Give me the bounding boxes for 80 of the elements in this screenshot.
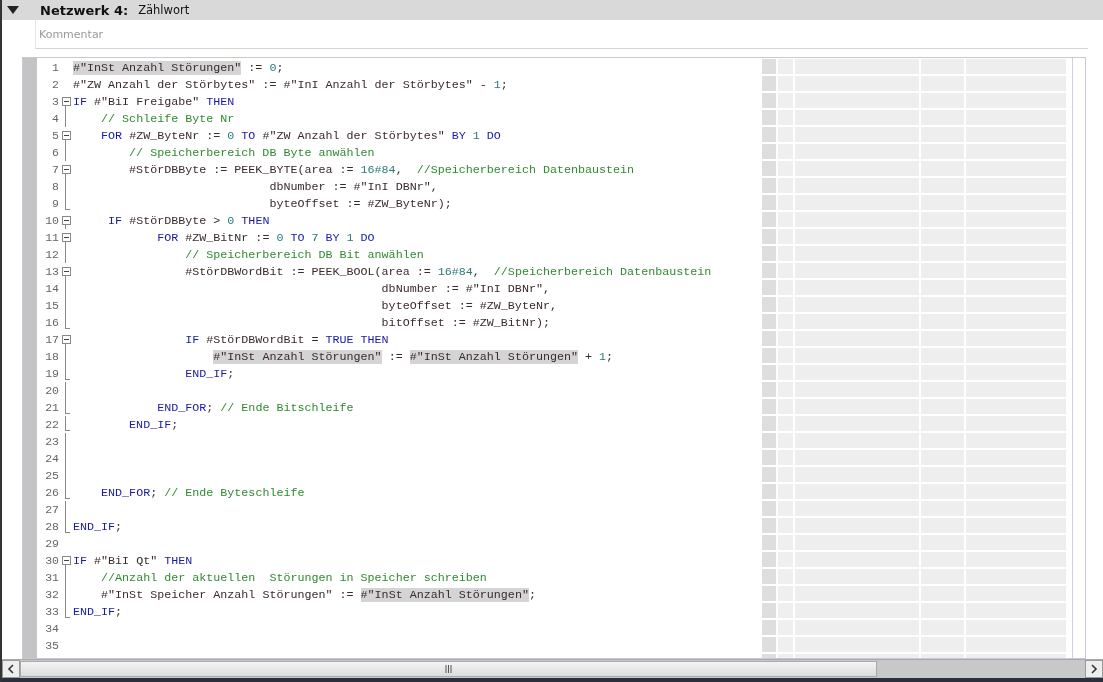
code-line: IF #StörDBByte > 0 THEN [107, 213, 270, 228]
grip-icon [445, 665, 452, 673]
line-number: 20 [44, 384, 59, 397]
code-line: #"InSt Anzahl Störungen" := #"InSt Anzahl Störungen" + 1; [212, 349, 614, 364]
code-line: // Speicherbereich DB Byte anwählen [128, 145, 375, 160]
line-number: 27 [44, 503, 59, 516]
code-line: IF #"BiI Qt" THEN [73, 553, 193, 568]
line-number: 33 [44, 605, 59, 618]
network-title[interactable]: Zählwort [138, 3, 190, 17]
line-number: 23 [44, 435, 59, 448]
code-line: byteOffset := #ZW_ByteNr, [380, 298, 557, 313]
line-number: 18 [44, 350, 59, 363]
scroll-left-button[interactable] [2, 660, 20, 678]
line-number: 4 [51, 112, 59, 125]
collapse-box-icon[interactable] [61, 335, 71, 344]
line-number: 22 [44, 418, 59, 431]
collapse-box-icon[interactable] [61, 97, 71, 106]
code-line: #StörDBByte := PEEK_BYTE(area := 16#84, //Speicherbereich Datenbaustein [128, 162, 635, 177]
line-number: 9 [51, 197, 59, 210]
line-number: 14 [44, 282, 59, 295]
line-number: 12 [44, 248, 59, 261]
line-number: 29 [44, 537, 59, 550]
line-number: 19 [44, 367, 59, 380]
line-number: 2 [51, 78, 59, 91]
line-number: 11 [44, 231, 59, 244]
code-line: END_FOR; // Ende Byteschleife [100, 485, 305, 500]
code-line: //Anzahl der aktuellen Störungen in Speicher schreiben [100, 570, 487, 585]
code-line: END_FOR; // Ende Bitschleife [156, 400, 354, 415]
line-number: 13 [44, 265, 59, 278]
code-line: dbNumber := #"InI DBNr", [268, 179, 438, 194]
code-line: byteOffset := #ZW_ByteNr); [268, 196, 452, 211]
code-line: END_IF; [73, 519, 123, 534]
line-number: 30 [44, 554, 59, 567]
code-line: IF #StörDBWordBit = TRUE THEN [184, 332, 389, 347]
code-line: IF #"BiI Freigabe" THEN [73, 94, 235, 109]
code-line: END_IF; [73, 604, 123, 619]
code-line: bitOffset := #ZW_BitNr); [380, 315, 550, 330]
code-line: END_IF; [184, 366, 235, 381]
code-line: #StörDBWordBit := PEEK_BOOL(area := 16#84, //Speicherbereich Datenbaustein [184, 264, 712, 279]
line-number: 21 [44, 401, 59, 414]
scroll-right-button[interactable] [1085, 660, 1103, 678]
chevron-right-icon [1090, 664, 1098, 674]
line-number: 35 [44, 639, 59, 652]
line-number: 5 [51, 129, 59, 142]
chevron-left-icon [7, 664, 15, 674]
code-line: // Speicherbereich DB Bit anwählen [184, 247, 424, 262]
code-line: #"InSt Speicher Anzahl Störungen" := #"InSt Anzahl Störungen"; [100, 587, 536, 602]
code-line: FOR #ZW_BitNr := 0 TO 7 BY 1 DO [156, 230, 375, 245]
line-number: 7 [51, 163, 59, 176]
code-line: FOR #ZW_ByteNr := 0 TO #"ZW Anzahl der Störbytes" BY 1 DO [100, 128, 501, 143]
collapse-box-icon[interactable] [61, 131, 71, 140]
line-number: 15 [44, 299, 59, 312]
line-number: 28 [44, 520, 59, 533]
line-number: 3 [51, 95, 59, 108]
collapse-box-icon[interactable] [61, 165, 71, 174]
line-number: 32 [44, 588, 59, 601]
line-number: 10 [44, 214, 59, 227]
line-number: 24 [44, 452, 59, 465]
code-line: #"ZW Anzahl der Störbytes" := #"InI Anzahl der Störbytes" - 1; [73, 77, 508, 92]
collapse-box-icon[interactable] [61, 267, 71, 276]
network-label: Netzwerk 4: [40, 2, 129, 18]
code-line: dbNumber := #"InI DBNr", [380, 281, 550, 296]
collapse-box-icon[interactable] [61, 233, 71, 242]
line-number: 34 [44, 622, 59, 635]
code-line: #"InSt Anzahl Störungen" := 0; [73, 60, 284, 75]
code-line: END_IF; [128, 417, 179, 432]
line-number: 25 [44, 469, 59, 482]
scrollbar-thumb[interactable] [20, 661, 877, 677]
line-number: 17 [44, 333, 59, 346]
collapse-box-icon[interactable] [61, 216, 71, 225]
line-number: 6 [51, 146, 59, 159]
line-number: 26 [44, 486, 59, 499]
line-number: 16 [44, 316, 59, 329]
collapse-box-icon[interactable] [61, 556, 71, 565]
comment-field[interactable]: Kommentar [36, 27, 342, 41]
line-number: 8 [51, 180, 59, 193]
line-number: 31 [44, 571, 59, 584]
code-line: // Schleife Byte Nr [100, 111, 235, 126]
line-number: 1 [51, 61, 59, 74]
collapse-toggle-icon[interactable] [7, 6, 19, 14]
